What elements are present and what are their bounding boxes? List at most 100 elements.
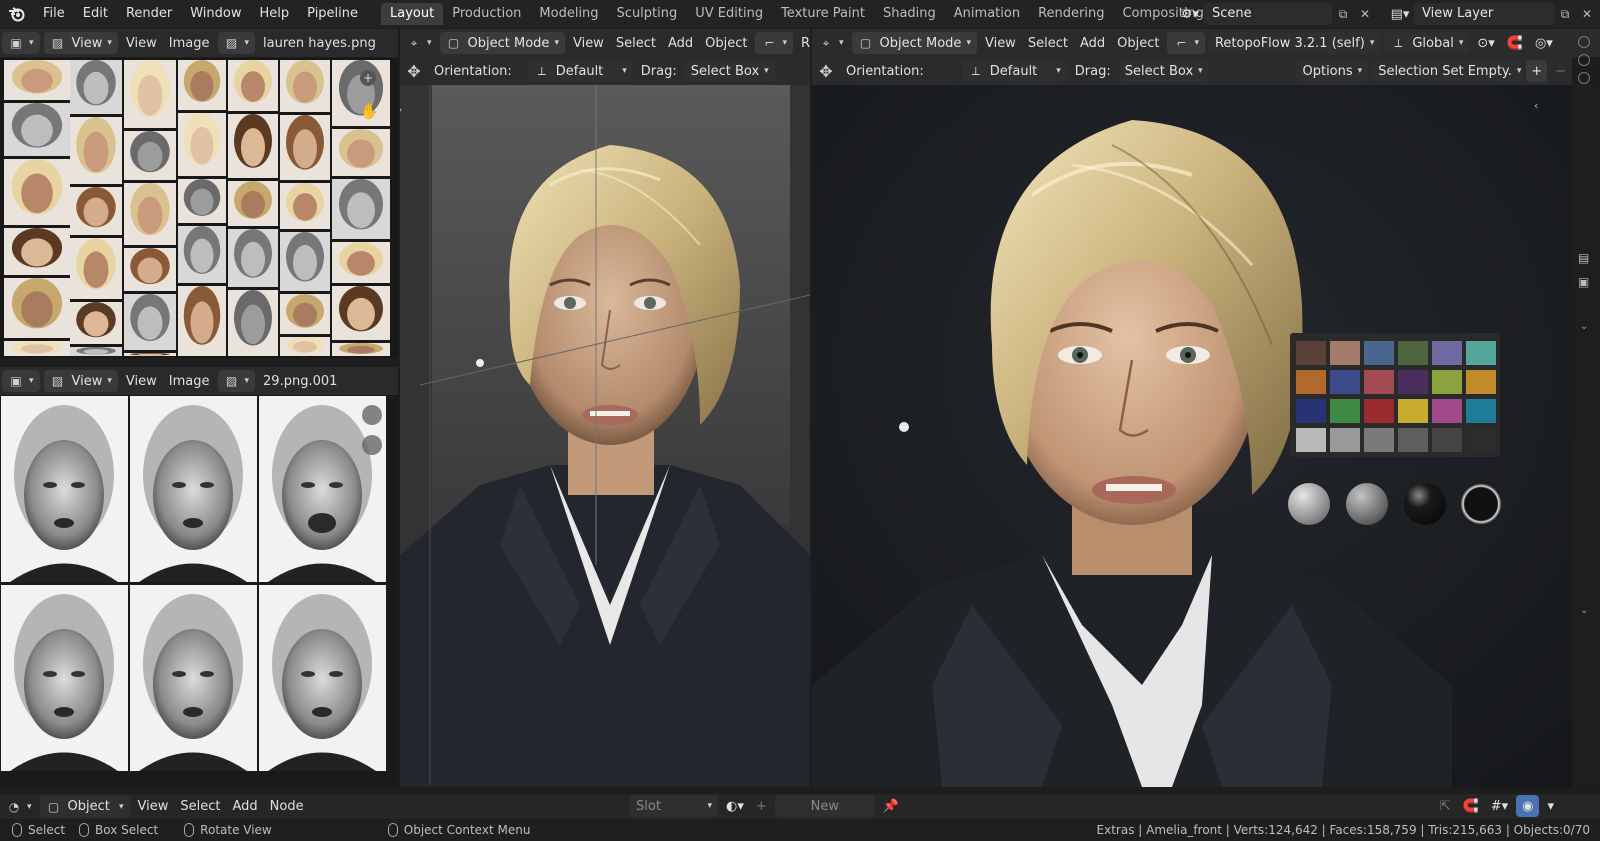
collapse-down-icon-1[interactable]: ⌄ bbox=[1580, 321, 1588, 332]
snap-dropdown[interactable]: ⌐ ▾ bbox=[755, 32, 793, 54]
nav-dot-1[interactable] bbox=[1578, 36, 1590, 48]
nav-dot-2[interactable] bbox=[1578, 54, 1590, 66]
editor-type-3d[interactable]: ⌖ ▾ bbox=[400, 32, 438, 54]
zoom-in-icon-2[interactable] bbox=[362, 405, 382, 425]
pivot-icon[interactable]: ⊙▾ bbox=[1471, 32, 1500, 54]
tab-modeling[interactable]: Modeling bbox=[530, 3, 607, 25]
view-layer-icon[interactable]: ▤▾ bbox=[1386, 3, 1414, 25]
retopoflow-truncated[interactable]: Ret bbox=[795, 32, 810, 54]
menu-image-2[interactable]: Image bbox=[163, 370, 216, 392]
new-view-layer-icon[interactable]: ⧉ bbox=[1554, 3, 1576, 25]
transform-tool-icon-right[interactable]: ✥ bbox=[812, 60, 840, 82]
toolbar-toggle-icon[interactable]: › bbox=[400, 103, 402, 116]
node-object-dropdown[interactable]: ▢ Object ▾ bbox=[39, 795, 130, 818]
view-layer-field[interactable]: View Layer bbox=[1414, 3, 1554, 25]
snap-dropdown-right[interactable]: ⌐ ▾ bbox=[1167, 32, 1205, 54]
new-scene-icon[interactable]: ⧉ bbox=[1332, 3, 1354, 25]
menu-view[interactable]: View bbox=[120, 32, 163, 54]
options-dropdown[interactable]: Options ▾ bbox=[1296, 60, 1369, 82]
remove-selection-set-button[interactable]: − bbox=[1549, 60, 1572, 82]
material-browse-icon[interactable]: ◐▾ bbox=[720, 795, 750, 817]
view-mode-dropdown-2[interactable]: ▨ View ▾ bbox=[43, 370, 118, 392]
slot-dropdown[interactable]: Slot ▾ bbox=[630, 795, 718, 817]
tab-texture-paint[interactable]: Texture Paint bbox=[772, 3, 874, 25]
viewport-left-canvas[interactable]: › bbox=[400, 85, 810, 787]
menu-help[interactable]: Help bbox=[251, 0, 299, 28]
image-name-2[interactable]: 29.png.001 bbox=[257, 370, 343, 392]
menu-view-2[interactable]: View bbox=[120, 370, 163, 392]
editor-type-3d-right[interactable]: ⌖ ▾ bbox=[812, 32, 850, 54]
scene-field[interactable]: Scene bbox=[1204, 3, 1332, 25]
overlay-toggle-icon[interactable]: ◉ bbox=[1516, 795, 1540, 817]
image-browse-dropdown[interactable]: ▨ ▾ bbox=[217, 32, 256, 54]
tab-uv-editing[interactable]: UV Editing bbox=[686, 3, 772, 25]
vpr-menu-object[interactable]: Object bbox=[1111, 32, 1165, 54]
node-menu-select[interactable]: Select bbox=[174, 796, 226, 818]
tab-production[interactable]: Production bbox=[443, 3, 530, 25]
retopoflow-dropdown[interactable]: RetopoFlow 3.2.1 (self) ▾ bbox=[1208, 32, 1381, 54]
thumbnail-face bbox=[83, 251, 109, 289]
pin-icon[interactable]: 📌 bbox=[877, 795, 905, 817]
image-name[interactable]: lauren hayes.png bbox=[257, 32, 382, 54]
mode-dropdown-right[interactable]: ▢ Object Mode ▾ bbox=[851, 32, 977, 54]
selection-set-dropdown[interactable]: Selection Set Empty. ▾ bbox=[1372, 60, 1523, 82]
tab-layout[interactable]: Layout bbox=[381, 3, 444, 25]
tab-animation[interactable]: Animation bbox=[945, 3, 1029, 25]
node-menu-view[interactable]: View bbox=[132, 796, 175, 818]
pan-hand-icon[interactable]: ✋ bbox=[360, 102, 379, 120]
new-material-plus-icon[interactable]: + bbox=[750, 795, 773, 817]
properties-tab-icon[interactable]: ▤ bbox=[1578, 251, 1589, 265]
menu-file[interactable]: File bbox=[34, 0, 74, 28]
vpr-menu-view[interactable]: View bbox=[979, 32, 1022, 54]
vp-menu-select[interactable]: Select bbox=[610, 32, 662, 54]
node-menu-add[interactable]: Add bbox=[227, 796, 264, 818]
node-grid-snap-icon[interactable]: #▾ bbox=[1485, 795, 1514, 817]
add-selection-set-button[interactable]: + bbox=[1526, 60, 1548, 82]
pan-hand-icon-2[interactable] bbox=[362, 435, 382, 455]
scene-icon[interactable]: ⚙▾ bbox=[1176, 3, 1204, 25]
menu-window[interactable]: Window bbox=[181, 0, 250, 28]
node-menu-node[interactable]: Node bbox=[264, 796, 310, 818]
sidebar-toggle-icon[interactable]: ‹ bbox=[1534, 99, 1538, 112]
orientation-dropdown-right[interactable]: ⟂ Default ▾ bbox=[961, 60, 1067, 82]
thumbnail-face bbox=[83, 197, 109, 227]
node-editor-type[interactable]: ◔ ▾ bbox=[0, 796, 38, 818]
menu-edit[interactable]: Edit bbox=[74, 0, 117, 28]
menu-pipeline[interactable]: Pipeline bbox=[298, 0, 367, 28]
nav-dot-3[interactable] bbox=[1578, 72, 1590, 84]
parent-node-icon[interactable]: ⇱ bbox=[1434, 795, 1457, 817]
editor-type-dropdown-2[interactable]: ▣ ▾ bbox=[2, 370, 40, 392]
view-mode-dropdown[interactable]: ▨ View ▾ bbox=[43, 32, 118, 54]
tool-tab-icon[interactable]: ▣ bbox=[1578, 275, 1589, 289]
menu-render[interactable]: Render bbox=[117, 0, 181, 28]
drag-dropdown-right[interactable]: Select Box ▾ bbox=[1118, 60, 1209, 82]
zoom-in-icon[interactable]: + bbox=[360, 70, 376, 86]
vp-menu-add[interactable]: Add bbox=[662, 32, 699, 54]
menu-image[interactable]: Image bbox=[163, 32, 216, 54]
node-snap-icon[interactable]: 🧲 bbox=[1457, 795, 1485, 817]
transform-tool-icon[interactable]: ✥ bbox=[400, 60, 428, 82]
drag-dropdown[interactable]: Select Box ▾ bbox=[684, 60, 775, 82]
vp-menu-object[interactable]: Object bbox=[699, 32, 753, 54]
proportional-icon[interactable]: ◎▾ bbox=[1529, 32, 1559, 54]
image-browse-icon: ▨ bbox=[225, 374, 238, 388]
remove-view-layer-icon[interactable]: ✕ bbox=[1576, 3, 1598, 25]
collapse-down-icon-2[interactable]: ⌄ bbox=[1580, 605, 1588, 616]
viewport-right-canvas[interactable]: ‹› ‹ bbox=[812, 85, 1572, 787]
tab-shading[interactable]: Shading bbox=[874, 3, 945, 25]
orientation-dropdown[interactable]: ⟂ Default ▾ bbox=[527, 60, 633, 82]
vpr-menu-select[interactable]: Select bbox=[1022, 32, 1074, 54]
vpr-menu-add[interactable]: Add bbox=[1074, 32, 1111, 54]
blender-logo-icon[interactable] bbox=[0, 0, 34, 28]
tab-rendering[interactable]: Rendering bbox=[1029, 3, 1113, 25]
overlay-dropdown-icon[interactable]: ▾ bbox=[1541, 795, 1560, 817]
image-browse-dropdown-2[interactable]: ▨ ▾ bbox=[217, 370, 256, 392]
snap-toggle-icon[interactable]: 🧲 bbox=[1501, 32, 1529, 54]
transform-orientation-dropdown[interactable]: ⟂ Global ▾ bbox=[1384, 32, 1470, 54]
tab-sculpting[interactable]: Sculpting bbox=[608, 3, 687, 25]
vp-menu-view[interactable]: View bbox=[567, 32, 610, 54]
mode-dropdown[interactable]: ▢ Object Mode ▾ bbox=[439, 32, 565, 54]
new-material-button[interactable]: New bbox=[774, 795, 875, 817]
editor-type-dropdown[interactable]: ▣ ▾ bbox=[2, 32, 40, 54]
remove-scene-icon[interactable]: ✕ bbox=[1354, 3, 1376, 25]
